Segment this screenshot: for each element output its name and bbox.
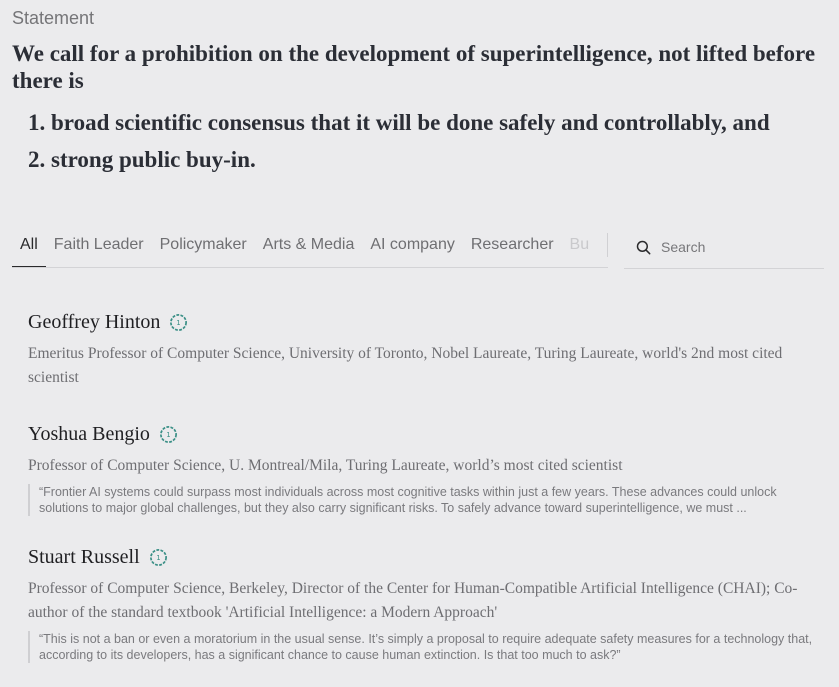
signatory-card: Stuart Russell 1 Professor of Computer S… (28, 546, 818, 663)
tab-ai-company[interactable]: AI company (362, 222, 462, 268)
signatory-name-row: Geoffrey Hinton 1 (28, 311, 818, 334)
signatory-quote: “This is not a ban or even a moratorium … (28, 631, 818, 663)
statement-text: We call for a prohibition on the develop… (12, 41, 816, 93)
search-input[interactable] (659, 238, 823, 256)
signatory-name[interactable]: Yoshua Bengio (28, 423, 150, 446)
signatory-description: Professor of Computer Science, U. Montre… (28, 457, 623, 474)
signatory-card: Yoshua Bengio 1 Professor of Computer Sc… (28, 423, 818, 516)
tab-faith-leader[interactable]: Faith Leader (46, 222, 152, 268)
condition-item: 1. broad scientific consensus that it wi… (28, 110, 770, 135)
tabs-divider (607, 233, 608, 257)
tab-all[interactable]: All (12, 222, 46, 268)
verified-badge-icon: 1 (159, 425, 178, 444)
signatory-name[interactable]: Stuart Russell (28, 546, 140, 569)
signatory-quote: “Frontier AI systems could surpass most … (28, 484, 818, 516)
tab-policymaker[interactable]: Policymaker (152, 222, 255, 268)
signatory-name-row: Stuart Russell 1 (28, 546, 818, 569)
svg-text:1: 1 (177, 319, 181, 327)
svg-text:1: 1 (156, 554, 160, 562)
search-icon (636, 240, 651, 254)
statement-conditions: 1. broad scientific consensus that it wi… (28, 104, 828, 178)
signatory-card: Geoffrey Hinton 1 Emeritus Professor of … (28, 311, 818, 390)
tab-researcher[interactable]: Researcher (463, 222, 562, 268)
search-box[interactable] (624, 226, 824, 269)
signatory-description: Emeritus Professor of Computer Science, … (28, 345, 783, 386)
verified-badge-icon: 1 (169, 313, 188, 332)
tab-arts-media[interactable]: Arts & Media (255, 222, 363, 268)
verified-badge-icon: 1 (149, 548, 168, 567)
signatory-name[interactable]: Geoffrey Hinton (28, 311, 160, 334)
category-tabs: All Faith Leader Policymaker Arts & Medi… (12, 222, 608, 268)
svg-text:1: 1 (166, 431, 170, 439)
signatory-name-row: Yoshua Bengio 1 (28, 423, 818, 446)
condition-item: 2. strong public buy-in. (28, 147, 256, 172)
tabs-underline (12, 267, 608, 268)
signatory-description: Professor of Computer Science, Berkeley,… (28, 580, 798, 621)
tab-business[interactable]: Bu (562, 222, 598, 268)
statement-label: Statement (12, 8, 95, 28)
